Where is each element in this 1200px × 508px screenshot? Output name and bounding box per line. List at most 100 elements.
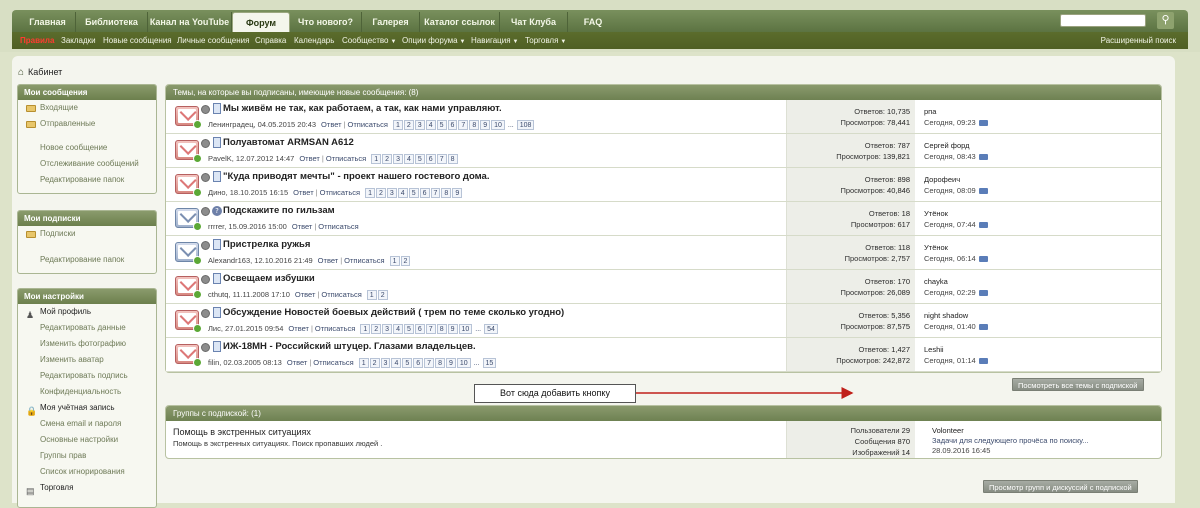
page-link[interactable]: 3	[386, 188, 397, 198]
unsubscribe-link[interactable]: Отписаться	[313, 358, 353, 367]
page-link[interactable]: 5	[408, 188, 419, 198]
sidebar-item-inbox[interactable]: Входящие	[18, 100, 156, 116]
go-to-last-post-icon[interactable]	[978, 154, 988, 161]
unsubscribe-link[interactable]: Отписаться	[344, 256, 384, 265]
page-link[interactable]: 6	[447, 120, 458, 130]
page-link[interactable]: 8	[436, 324, 447, 334]
page-link[interactable]: 2	[382, 154, 393, 164]
tab-home[interactable]: Главная	[20, 12, 76, 32]
page-link[interactable]: 5	[414, 154, 425, 164]
thread-title-link[interactable]: Освещаем избушки	[223, 273, 315, 284]
page-link[interactable]: 4	[393, 324, 403, 334]
sidebar-item-general-settings[interactable]: Основные настройки	[18, 432, 156, 448]
thread-status-icon[interactable]	[175, 140, 202, 163]
page-link[interactable]: 5	[436, 120, 447, 130]
page-link[interactable]: 9	[480, 120, 491, 130]
sidebar-item-edit-signature[interactable]: Редактировать подпись	[18, 368, 156, 384]
home-icon[interactable]: ⌂	[18, 67, 24, 78]
reply-link[interactable]: Ответ	[295, 290, 316, 299]
tab-club-chat[interactable]: Чат Клуба	[500, 12, 568, 32]
group-last-user[interactable]: Volonteer	[932, 426, 964, 435]
go-to-new-icon[interactable]	[193, 290, 202, 299]
reply-link[interactable]: Ответ	[292, 222, 313, 231]
reply-link[interactable]: Ответ	[321, 120, 342, 129]
page-link[interactable]: 3	[393, 154, 403, 164]
reply-link[interactable]: Ответ	[287, 358, 308, 367]
page-link[interactable]: 2	[403, 120, 414, 130]
subnav-private-messages[interactable]: Личные сообщения	[177, 32, 249, 49]
page-link[interactable]: 10	[491, 120, 505, 130]
page-link[interactable]: 15	[482, 358, 497, 368]
thread-row[interactable]: Ответов: 10,735 Просмотров: 78,441 Мы живё…	[166, 100, 1161, 134]
thread-status-icon[interactable]	[175, 174, 202, 197]
page-link[interactable]: 1	[360, 324, 371, 334]
thread-row[interactable]: Ответов: 1,427 Просмотров: 242,872 ИЖ-18МН…	[166, 338, 1161, 372]
tab-library[interactable]: Библиотека	[76, 12, 148, 32]
last-post-user[interactable]: chayka	[924, 277, 948, 286]
reply-link[interactable]: Ответ	[318, 256, 339, 265]
page-link[interactable]: 1	[371, 154, 382, 164]
unsubscribe-link[interactable]: Отписаться	[321, 290, 361, 299]
sidebar-trade-header[interactable]: ▤ Торговля	[18, 480, 156, 496]
page-link[interactable]: 1	[365, 188, 375, 198]
thread-title-link[interactable]: Полуавтомат ARMSAN A612	[223, 137, 354, 148]
reply-link[interactable]: Ответ	[293, 188, 314, 197]
sidebar-item-sent[interactable]: Отправленные	[18, 116, 156, 132]
unsubscribe-link[interactable]: Отписаться	[318, 222, 358, 231]
last-post-user[interactable]: Утёнок	[924, 209, 948, 218]
page-link[interactable]: 2	[375, 188, 386, 198]
page-link[interactable]: 4	[403, 154, 414, 164]
sidebar-item-edit-folders[interactable]: Редактирование папок	[18, 252, 156, 268]
page-link[interactable]: 1	[392, 120, 403, 130]
sidebar-item-permission-groups[interactable]: Группы прав	[18, 448, 156, 464]
page-link[interactable]: 8	[441, 188, 452, 198]
page-link[interactable]: 2	[371, 324, 382, 334]
page-link[interactable]: 2	[400, 256, 411, 266]
thread-title-link[interactable]: ИЖ-18МН - Российский штуцер. Глазами вла…	[223, 341, 476, 352]
page-link[interactable]: 6	[419, 188, 430, 198]
page-link[interactable]: 4	[397, 188, 408, 198]
sidebar-item-change-avatar[interactable]: Изменить аватар	[18, 352, 156, 368]
page-link[interactable]: 3	[380, 358, 391, 368]
go-to-new-icon[interactable]	[193, 256, 202, 265]
sidebar-item-subscriptions[interactable]: Подписки	[18, 226, 156, 242]
thread-row[interactable]: Ответов: 118 Просмотров: 2,757 Пристрелка …	[166, 236, 1161, 270]
page-link[interactable]: 7	[458, 120, 469, 130]
sidebar-account-header[interactable]: 🔒 Моя учётная запись	[18, 400, 156, 416]
sidebar-item-change-photo[interactable]: Изменить фотографию	[18, 336, 156, 352]
subnav-new-posts[interactable]: Новые сообщения	[103, 32, 172, 49]
unsubscribe-link[interactable]: Отписаться	[348, 120, 388, 129]
thread-status-icon[interactable]	[175, 310, 202, 333]
thread-row[interactable]: Ответов: 18 Просмотров: 617? Подскажите по…	[166, 202, 1161, 236]
go-to-new-icon[interactable]	[193, 324, 202, 333]
page-link[interactable]: 8	[435, 358, 445, 368]
page-link[interactable]: 2	[369, 358, 380, 368]
subnav-bookmarks[interactable]: Закладки	[61, 32, 96, 49]
advanced-search-link[interactable]: Расширенный поиск	[1101, 32, 1176, 49]
page-link[interactable]: 7	[430, 188, 441, 198]
page-link[interactable]: 6	[413, 358, 424, 368]
view-all-subscribed-threads-button[interactable]: Посмотреть все темы с подпиской	[1012, 378, 1144, 391]
go-to-new-icon[interactable]	[193, 188, 202, 197]
sidebar-item-edit-folders[interactable]: Редактирование папок	[18, 172, 156, 188]
thread-status-icon[interactable]	[175, 242, 202, 265]
search-icon[interactable]: ⚲	[1157, 12, 1174, 29]
thread-title-link[interactable]: Пристрелка ружья	[223, 239, 310, 250]
page-link[interactable]: 5	[402, 358, 413, 368]
page-link[interactable]: 7	[424, 358, 435, 368]
page-link[interactable]: 9	[447, 324, 458, 334]
subnav-community[interactable]: Сообщество ▼	[342, 32, 396, 49]
last-post-user[interactable]: Сергей форд	[924, 141, 970, 150]
go-to-last-post-icon[interactable]	[978, 290, 988, 297]
sidebar-item-message-tracking[interactable]: Отслеживание сообщений	[18, 156, 156, 172]
subnav-trade[interactable]: Торговля ▼	[525, 32, 566, 49]
thread-title-link[interactable]: "Куда приводят мечты" - проект нашего го…	[223, 171, 489, 182]
go-to-last-post-icon[interactable]	[978, 222, 988, 229]
page-link[interactable]: 7	[436, 154, 447, 164]
reply-link[interactable]: Ответ	[288, 324, 309, 333]
group-last-topic[interactable]: Задачи для следующего прочёса по поиску.…	[932, 436, 1089, 445]
page-link[interactable]: 10	[458, 324, 473, 334]
subnav-calendar[interactable]: Календарь	[294, 32, 334, 49]
sidebar-item-edit-details[interactable]: Редактировать данные	[18, 320, 156, 336]
page-link[interactable]: 54	[484, 324, 498, 334]
